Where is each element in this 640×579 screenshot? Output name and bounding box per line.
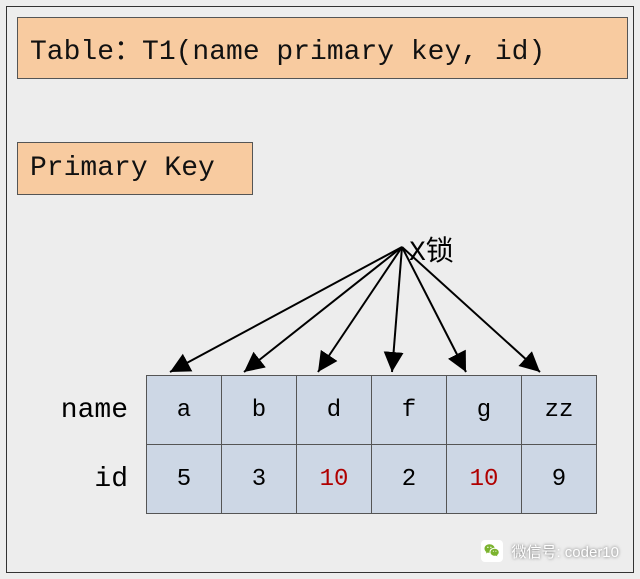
cell-name: zz [522, 376, 597, 445]
cell-name: b [222, 376, 297, 445]
watermark-text: 微信号: coder10 [511, 541, 619, 562]
row-label-id: id [37, 445, 147, 514]
cell-id: 10 [297, 445, 372, 514]
cell-id: 3 [222, 445, 297, 514]
table-row: id 5 3 10 2 10 9 [37, 445, 597, 514]
cell-name: f [372, 376, 447, 445]
primary-key-banner: Primary Key [17, 142, 253, 195]
x-lock-label: X锁 [409, 229, 454, 269]
data-table: name a b d f g zz id 5 3 10 2 10 9 [37, 375, 597, 514]
cell-name: g [447, 376, 522, 445]
cell-id: 5 [147, 445, 222, 514]
cell-name: a [147, 376, 222, 445]
watermark: 微信号: coder10 [481, 540, 619, 562]
table-definition-text: Table：T1(name primary key, id) [30, 37, 545, 68]
cell-id: 2 [372, 445, 447, 514]
cell-id: 9 [522, 445, 597, 514]
table-row: name a b d f g zz [37, 376, 597, 445]
table-definition-banner: Table：T1(name primary key, id) [17, 17, 628, 79]
wechat-icon [481, 540, 503, 562]
row-label-name: name [37, 376, 147, 445]
cell-id: 10 [447, 445, 522, 514]
diagram-frame: Table：T1(name primary key, id) Primary K… [6, 6, 634, 573]
primary-key-label: Primary Key [30, 153, 215, 184]
cell-name: d [297, 376, 372, 445]
